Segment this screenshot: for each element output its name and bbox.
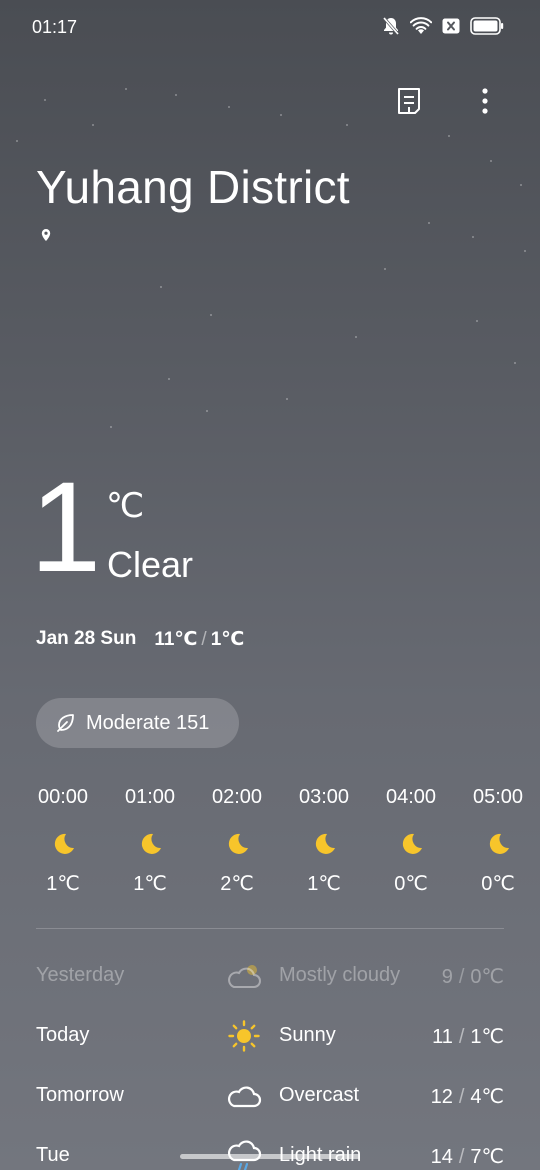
hourly-item: 04:00 0℃: [366, 786, 456, 896]
air-quality-button[interactable]: Moderate 151: [36, 698, 239, 748]
sim-x-icon: [442, 18, 460, 34]
hourly-item: 02:00 2℃: [192, 786, 282, 896]
day-name: Yesterday: [36, 964, 125, 986]
current-temperature: 1: [30, 456, 102, 599]
day-high: 12: [430, 1086, 453, 1108]
day-low: 0℃: [470, 966, 504, 988]
day-condition: Sunny: [279, 1024, 336, 1046]
hour-temp: 2℃: [220, 873, 254, 895]
status-bar: 01:17: [0, 0, 540, 56]
city-list-button[interactable]: [394, 86, 424, 116]
day-low: 1℃: [470, 1026, 504, 1048]
air-quality-label: Moderate 151: [86, 711, 210, 734]
day-range: 14/7℃: [431, 1144, 504, 1169]
battery-icon: [470, 17, 504, 35]
daily-range: 11℃/1℃: [154, 628, 244, 651]
hour-time: 05:00: [472, 786, 524, 808]
hour-time: 04:00: [385, 786, 437, 808]
document-icon: [398, 88, 420, 114]
range-separator: /: [458, 1146, 465, 1168]
hour-time: 03:00: [298, 786, 350, 808]
moon-icon: [228, 833, 248, 854]
range-separator: /: [458, 966, 465, 988]
temperature-unit: ℃: [106, 487, 145, 525]
hourly-item: 05:00 0℃: [453, 786, 540, 896]
day-name: Tomorrow: [36, 1084, 124, 1106]
day-low: 7℃: [470, 1146, 504, 1168]
day-condition: Overcast: [279, 1084, 360, 1106]
day-condition: Mostly cloudy: [279, 964, 401, 986]
day-high: 14: [430, 1146, 453, 1168]
daily-row[interactable]: Yesterday Mostly cloudy 9/0℃: [0, 958, 540, 994]
daily-row[interactable]: Today Sunny 11/1℃: [0, 1018, 540, 1054]
sun-icon: [224, 1018, 264, 1054]
cloud-icon: [224, 1078, 264, 1114]
hour-temp: 1℃: [307, 873, 341, 895]
day-high: 11: [432, 1026, 453, 1048]
hour-temp: 1℃: [46, 873, 80, 895]
range-separator: /: [458, 1086, 465, 1108]
hourly-item: 00:00 1℃: [18, 786, 108, 896]
more-vert-icon: [482, 88, 488, 114]
wifi-icon: [410, 17, 432, 34]
hourly-item: 01:00 1℃: [105, 786, 195, 896]
day-high: 9: [441, 966, 453, 988]
moon-icon: [141, 833, 161, 854]
moon-icon: [54, 833, 74, 854]
daily-row[interactable]: Tomorrow Overcast 12/4℃: [0, 1078, 540, 1114]
hour-temp: 1℃: [133, 873, 167, 895]
leaf-icon: [57, 714, 74, 732]
current-condition: Clear: [107, 544, 194, 585]
range-separator: /: [458, 1026, 465, 1048]
moon-icon: [489, 833, 509, 854]
hour-time: 01:00: [124, 786, 176, 808]
current-date: Jan 28 Sun: [36, 628, 137, 649]
more-options-button[interactable]: [470, 86, 500, 116]
range-separator: /: [201, 629, 207, 650]
partly-cloudy-icon: [224, 958, 264, 994]
day-name: Today: [36, 1024, 90, 1046]
day-range: 12/4℃: [431, 1084, 504, 1109]
status-time: 01:17: [32, 17, 78, 37]
location-name: Yuhang District: [36, 161, 350, 213]
hour-temp: 0℃: [394, 873, 428, 895]
hour-temp: 0℃: [481, 873, 515, 895]
day-range: 9/0℃: [442, 964, 504, 989]
location-pin-icon: [41, 229, 51, 241]
hourly-forecast[interactable]: 00:00 1℃ 01:00 1℃ 02:00 2℃ 03:00 1℃ 04:0…: [0, 786, 540, 916]
day-name: Tue: [36, 1144, 70, 1166]
daily-high: 11℃: [154, 629, 198, 650]
top-actions: [394, 86, 500, 116]
hourly-item: 03:00 1℃: [279, 786, 369, 896]
hour-time: 02:00: [211, 786, 263, 808]
day-low: 4℃: [470, 1086, 504, 1108]
moon-icon: [402, 833, 422, 854]
day-range: 11/1℃: [432, 1024, 504, 1049]
status-icons: [382, 16, 504, 36]
bell-off-icon: [382, 17, 400, 35]
home-indicator[interactable]: [180, 1154, 360, 1159]
divider: [36, 928, 504, 929]
daily-low: 1℃: [210, 629, 245, 650]
moon-icon: [315, 833, 335, 854]
date-summary: Jan 28 Sun 11℃/1℃: [36, 628, 244, 651]
star-field: [0, 0, 540, 460]
hour-time: 00:00: [37, 786, 89, 808]
